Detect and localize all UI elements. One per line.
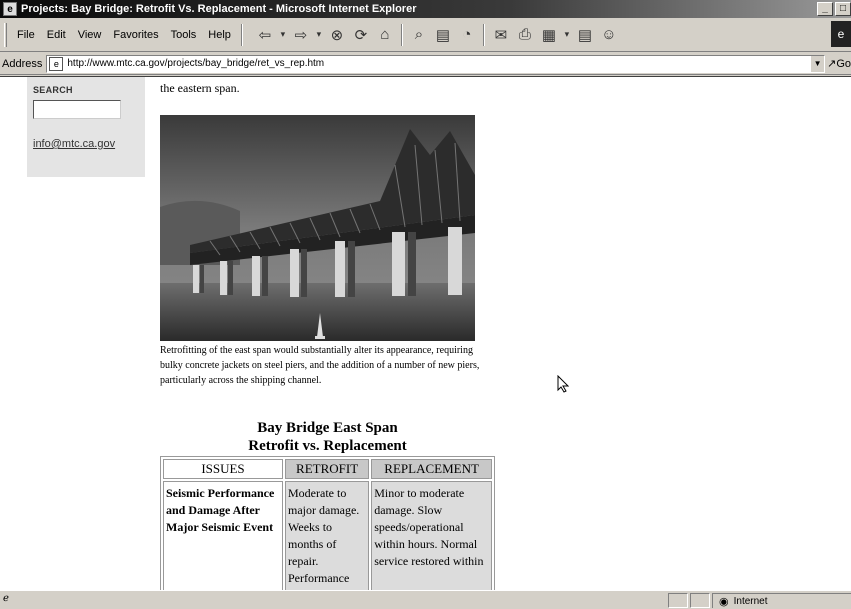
stop-icon[interactable]: ⊗ [325, 24, 349, 46]
lead-text: the eastern span. [160, 81, 240, 95]
cell-replacement: Minor to moderate damage. Slow speeds/op… [371, 481, 492, 590]
cell-issue: Seismic Performance and Damage After Maj… [163, 481, 283, 590]
toolbar: ⇦ ▾ ⇨ ▾ ⊗ ⟳ ⌂ ⌕ ▤ ◔ ✉ ⎙ ▦ ▾ ▤ ☺ [253, 23, 621, 46]
maximize-button[interactable]: □ [835, 2, 851, 16]
title-bar: e Projects: Bay Bridge: Retrofit Vs. Rep… [0, 0, 851, 18]
status-bar: ℯ ◉ Internet [0, 590, 851, 609]
sidebar: SEARCH info@mtc.ca.gov [27, 77, 145, 177]
minimize-button[interactable]: _ [817, 2, 833, 16]
menu-favorites[interactable]: Favorites [107, 29, 164, 41]
zone-label: Internet [733, 595, 768, 607]
forward-dropdown-icon[interactable]: ▾ [313, 24, 325, 46]
refresh-icon[interactable]: ⟳ [349, 24, 373, 46]
page-icon: e [49, 56, 64, 71]
toolbar-separator [240, 23, 243, 46]
go-button[interactable]: ↗Go [827, 57, 851, 70]
address-label: Address [2, 57, 43, 70]
menu-view[interactable]: View [72, 29, 108, 41]
comparison-table: ISSUES RETROFIT REPLACEMENT Seismic Perf… [160, 456, 495, 590]
discuss-icon[interactable]: ▤ [573, 24, 597, 46]
status-panel [668, 593, 688, 608]
menu-bar: File Edit View Favorites Tools Help [11, 29, 237, 41]
home-icon[interactable]: ⌂ [373, 24, 397, 46]
favorites-icon[interactable]: ▤ [431, 24, 455, 46]
main-content: the eastern span. Retrofitting of the ea… [160, 77, 500, 590]
menu-file[interactable]: File [11, 29, 41, 41]
page-icon: e [3, 2, 17, 16]
search-label: SEARCH [33, 85, 73, 95]
search-icon[interactable]: ⌕ [407, 24, 431, 46]
page-content: SEARCH info@mtc.ca.gov the eastern span. [0, 76, 851, 590]
forward-icon[interactable]: ⇨ [289, 24, 313, 46]
ie-logo-icon: e [831, 21, 851, 47]
table-row: Seismic Performance and Damage After Maj… [163, 481, 492, 590]
table-title-line-1: Bay Bridge East Span [257, 420, 398, 436]
browser-window: e Projects: Bay Bridge: Retrofit Vs. Rep… [0, 0, 851, 609]
header-retrofit: RETROFIT [285, 459, 370, 479]
back-dropdown-icon[interactable]: ▾ [277, 24, 289, 46]
address-url[interactable]: http://www.mtc.ca.gov/projects/bay_bridg… [67, 58, 324, 69]
bridge-photo [160, 115, 475, 341]
address-dropdown-icon[interactable]: ▼ [810, 55, 825, 72]
table-title: Bay Bridge East Span Retrofit vs. Replac… [160, 419, 495, 455]
menu-grip [4, 22, 7, 47]
address-bar: Address e http://www.mtc.ca.gov/projects… [0, 53, 851, 75]
mail-icon[interactable]: ✉ [489, 24, 513, 46]
header-replacement: REPLACEMENT [371, 459, 492, 479]
page-status-icon: ℯ [3, 593, 9, 604]
edit-icon[interactable]: ▦ [537, 24, 561, 46]
table-header-row: ISSUES RETROFIT REPLACEMENT [163, 459, 492, 479]
cell-retrofit: Moderate to major damage. Weeks to month… [285, 481, 370, 590]
print-icon[interactable]: ⎙ [513, 24, 537, 46]
search-input[interactable] [33, 100, 121, 119]
address-field[interactable]: e http://www.mtc.ca.gov/projects/bay_bri… [46, 54, 826, 73]
globe-icon: ◉ [719, 595, 729, 608]
menu-edit[interactable]: Edit [41, 29, 72, 41]
back-icon[interactable]: ⇦ [253, 24, 277, 46]
edit-dropdown-icon[interactable]: ▾ [561, 24, 573, 46]
menu-help[interactable]: Help [202, 29, 237, 41]
security-zone: ◉ Internet [712, 593, 851, 608]
mouse-cursor-icon [557, 374, 570, 396]
menu-toolbar-row: File Edit View Favorites Tools Help ⇦ ▾ … [0, 18, 851, 52]
history-icon[interactable]: ◔ [455, 24, 479, 46]
status-panel [690, 593, 710, 608]
messenger-icon[interactable]: ☺ [597, 24, 621, 46]
photo-caption: Retrofitting of the east span would subs… [160, 345, 480, 386]
table-title-line-2: Retrofit vs. Replacement [248, 438, 407, 454]
email-link[interactable]: info@mtc.ca.gov [33, 138, 139, 150]
window-title: Projects: Bay Bridge: Retrofit Vs. Repla… [21, 3, 417, 15]
menu-tools[interactable]: Tools [165, 29, 203, 41]
header-issues: ISSUES [163, 459, 283, 479]
